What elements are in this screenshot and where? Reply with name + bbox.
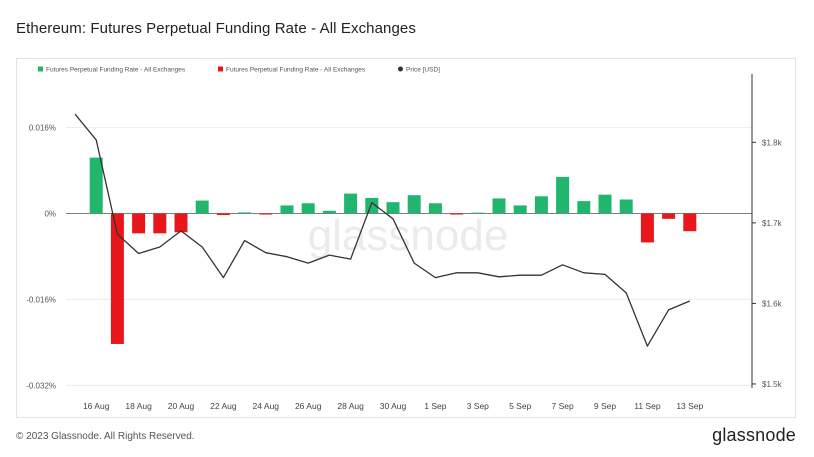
funding-bar-positive xyxy=(195,200,209,214)
y-right-tick-label: $1.8k xyxy=(762,138,783,147)
x-tick-label: 26 Aug xyxy=(295,401,322,411)
x-tick-label: 13 Sep xyxy=(676,401,703,411)
y-right-tick-label: $1.6k xyxy=(762,299,783,308)
x-tick-label: 16 Aug xyxy=(83,401,110,411)
funding-bar-positive xyxy=(492,198,506,214)
x-tick-label: 30 Aug xyxy=(380,401,407,411)
x-tick-label: 5 Sep xyxy=(509,401,531,411)
funding-bar-positive xyxy=(301,203,315,214)
y-right-tick-label: $1.5k xyxy=(762,380,783,389)
glassnode-logo: glassnode xyxy=(712,425,796,445)
funding-bar-positive xyxy=(471,212,485,214)
legend-label: Futures Perpetual Funding Rate - All Exc… xyxy=(46,67,186,74)
y-right-tick-label: $1.7k xyxy=(762,219,783,228)
funding-bar-positive xyxy=(556,176,570,214)
funding-bar-positive xyxy=(386,202,400,214)
funding-bar-positive xyxy=(407,195,421,214)
legend-marker-positive xyxy=(38,66,43,72)
x-tick-label: 24 Aug xyxy=(253,401,280,411)
legend-marker-negative xyxy=(218,66,223,72)
funding-bar-negative xyxy=(132,213,146,234)
funding-bar-positive xyxy=(89,157,103,214)
y-left-tick-label: -0.016% xyxy=(26,295,56,304)
funding-bar-negative xyxy=(216,213,230,216)
x-tick-label: 28 Aug xyxy=(337,401,364,411)
legend-label: Futures Perpetual Funding Rate - All Exc… xyxy=(226,67,366,74)
legend-marker-price xyxy=(398,66,403,72)
funding-bar-negative xyxy=(153,213,167,234)
funding-bar-positive xyxy=(322,210,336,214)
funding-bar-negative xyxy=(640,213,654,243)
x-tick-label: 3 Sep xyxy=(467,401,489,411)
y-left-tick-label: 0% xyxy=(44,209,56,218)
y-left-tick-label: 0.016% xyxy=(29,124,56,133)
funding-bar-positive xyxy=(598,194,612,214)
watermark-text: glassnode xyxy=(308,211,509,260)
funding-bar-negative xyxy=(450,213,464,215)
funding-bar-positive xyxy=(619,199,633,214)
funding-bar-positive xyxy=(280,205,294,214)
funding-bar-positive xyxy=(344,193,358,214)
x-tick-label: 20 Aug xyxy=(168,401,195,411)
funding-bar-positive xyxy=(428,203,442,214)
x-tick-label: 7 Sep xyxy=(551,401,573,411)
funding-bar-negative xyxy=(259,213,273,215)
copyright-text: © 2023 Glassnode. All Rights Reserved. xyxy=(16,431,195,442)
x-tick-label: 1 Sep xyxy=(424,401,446,411)
funding-bar-positive xyxy=(534,196,548,214)
funding-bar-negative xyxy=(662,213,676,219)
funding-bar-positive xyxy=(513,205,527,214)
funding-bar-positive xyxy=(577,201,591,214)
x-tick-label: 18 Aug xyxy=(125,401,152,411)
funding-bar-negative xyxy=(683,213,697,232)
funding-bar-negative xyxy=(174,213,188,233)
x-tick-label: 9 Sep xyxy=(594,401,616,411)
x-tick-label: 22 Aug xyxy=(210,401,237,411)
x-tick-label: 11 Sep xyxy=(634,401,661,411)
chart-svg: 0.016% 0% -0.016% -0.032% $1.8k $1.7k $1.6k $1.… xyxy=(26,66,783,411)
legend-label: Price [USD] xyxy=(406,67,440,74)
y-left-tick-label: -0.032% xyxy=(26,381,56,390)
funding-bar-positive xyxy=(238,212,252,214)
